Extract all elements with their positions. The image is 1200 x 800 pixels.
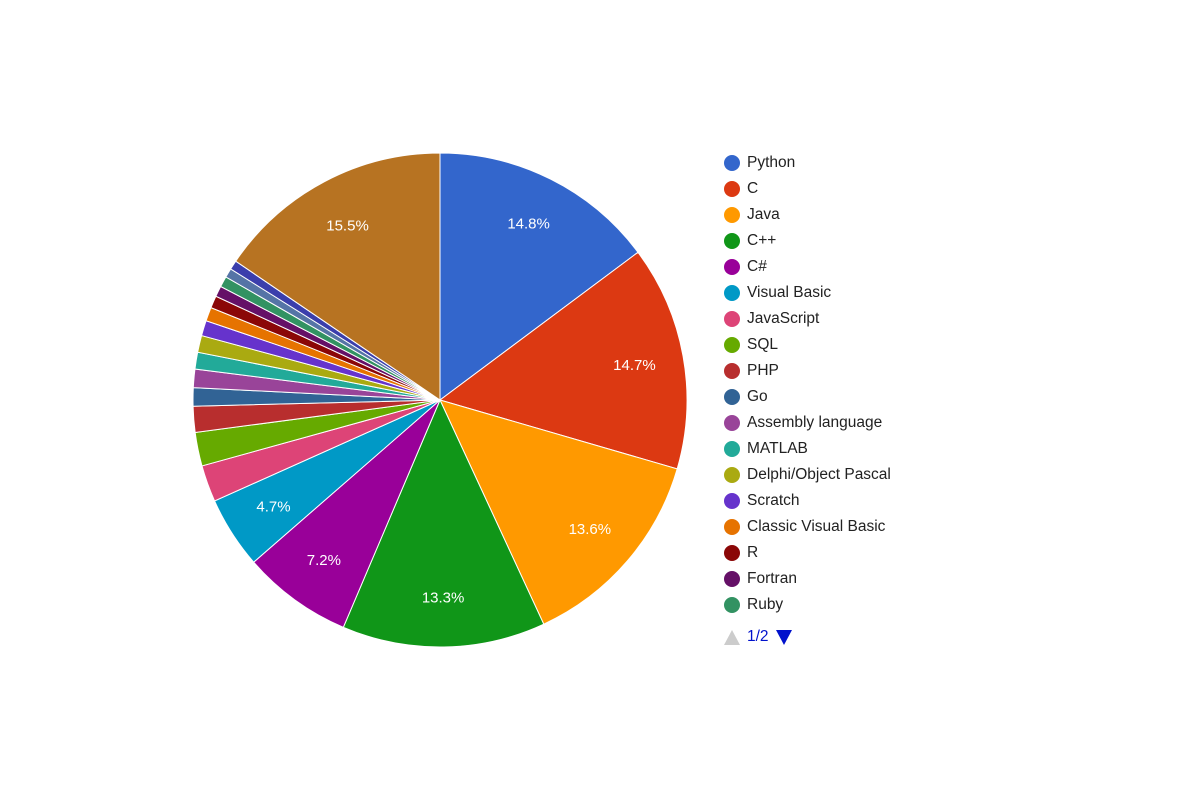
legend-swatch-icon xyxy=(724,233,740,249)
legend-page-indicator: 1/2 xyxy=(747,628,769,645)
legend-item[interactable]: R xyxy=(724,540,891,566)
slice-data-label-1: 14.7% xyxy=(613,357,656,374)
legend-label: Visual Basic xyxy=(747,284,832,301)
legend-label: R xyxy=(747,544,759,561)
legend-label: C xyxy=(747,180,759,197)
legend-label: Delphi/Object Pascal xyxy=(747,466,891,483)
legend-item[interactable]: Java xyxy=(724,202,891,228)
slice-data-label-20: 15.5% xyxy=(326,217,369,234)
legend-prev-page-icon xyxy=(724,629,740,645)
legend-swatch-icon xyxy=(724,389,740,405)
legend-item[interactable]: C xyxy=(724,176,891,202)
legend-item[interactable]: Ruby xyxy=(724,592,891,618)
slice-data-label-3: 13.3% xyxy=(422,590,465,607)
legend-label: JavaScript xyxy=(747,310,820,327)
legend-swatch-icon xyxy=(724,545,740,561)
legend-swatch-icon xyxy=(724,493,740,509)
legend-swatch-icon xyxy=(724,363,740,379)
legend-swatch-icon xyxy=(724,285,740,301)
legend-item[interactable]: C++ xyxy=(724,228,891,254)
legend-item[interactable]: JavaScript xyxy=(724,306,891,332)
legend-swatch-icon xyxy=(724,311,740,327)
legend-item[interactable]: Classic Visual Basic xyxy=(724,514,891,540)
legend-label: Fortran xyxy=(747,570,797,587)
legend-swatch-icon xyxy=(724,571,740,587)
legend-label: Scratch xyxy=(747,492,800,509)
legend-item[interactable]: Scratch xyxy=(724,488,891,514)
legend-item[interactable]: SQL xyxy=(724,332,891,358)
slice-data-label-4: 7.2% xyxy=(307,552,341,569)
legend-item[interactable]: PHP xyxy=(724,358,891,384)
legend-swatch-icon xyxy=(724,441,740,457)
legend-swatch-icon xyxy=(724,155,740,171)
legend-label: SQL xyxy=(747,336,779,353)
legend-swatch-icon xyxy=(724,337,740,353)
legend-swatch-icon xyxy=(724,207,740,223)
legend-label: Classic Visual Basic xyxy=(747,518,886,535)
legend-label: Ruby xyxy=(747,596,784,613)
slice-data-label-0: 14.8% xyxy=(507,215,550,232)
legend-item[interactable]: Assembly language xyxy=(724,410,891,436)
legend-item[interactable]: Python xyxy=(724,150,891,176)
legend-label: Java xyxy=(747,206,780,223)
legend: Python C Java C++ C# Visual Basic JavaScript SQ… xyxy=(724,150,891,646)
legend-item[interactable]: Visual Basic xyxy=(724,280,891,306)
legend-swatch-icon xyxy=(724,259,740,275)
legend-label: Assembly language xyxy=(747,414,883,431)
legend-next-page-icon[interactable] xyxy=(775,629,792,645)
legend-pager: 1/2 xyxy=(724,628,891,646)
legend-item[interactable]: Go xyxy=(724,384,891,410)
legend-swatch-icon xyxy=(724,519,740,535)
legend-label: Python xyxy=(747,154,796,171)
legend-label: Go xyxy=(747,388,768,405)
legend-label: PHP xyxy=(747,362,779,379)
legend-item[interactable]: Fortran xyxy=(724,566,891,592)
slice-data-label-5: 4.7% xyxy=(256,498,290,515)
legend-swatch-icon xyxy=(724,181,740,197)
legend-swatch-icon xyxy=(724,467,740,483)
legend-item[interactable]: MATLAB xyxy=(724,436,891,462)
legend-label: C# xyxy=(747,258,767,275)
legend-swatch-icon xyxy=(724,415,740,431)
pie-chart: 14.8% 14.7% 13.6% 13.3% 7.2% 4.7% 15.5% xyxy=(192,152,688,648)
legend-item[interactable]: Delphi/Object Pascal xyxy=(724,462,891,488)
legend-label: MATLAB xyxy=(747,440,808,457)
legend-label: C++ xyxy=(747,232,777,249)
legend-item[interactable]: C# xyxy=(724,254,891,280)
slice-data-label-2: 13.6% xyxy=(569,521,612,538)
legend-swatch-icon xyxy=(724,597,740,613)
